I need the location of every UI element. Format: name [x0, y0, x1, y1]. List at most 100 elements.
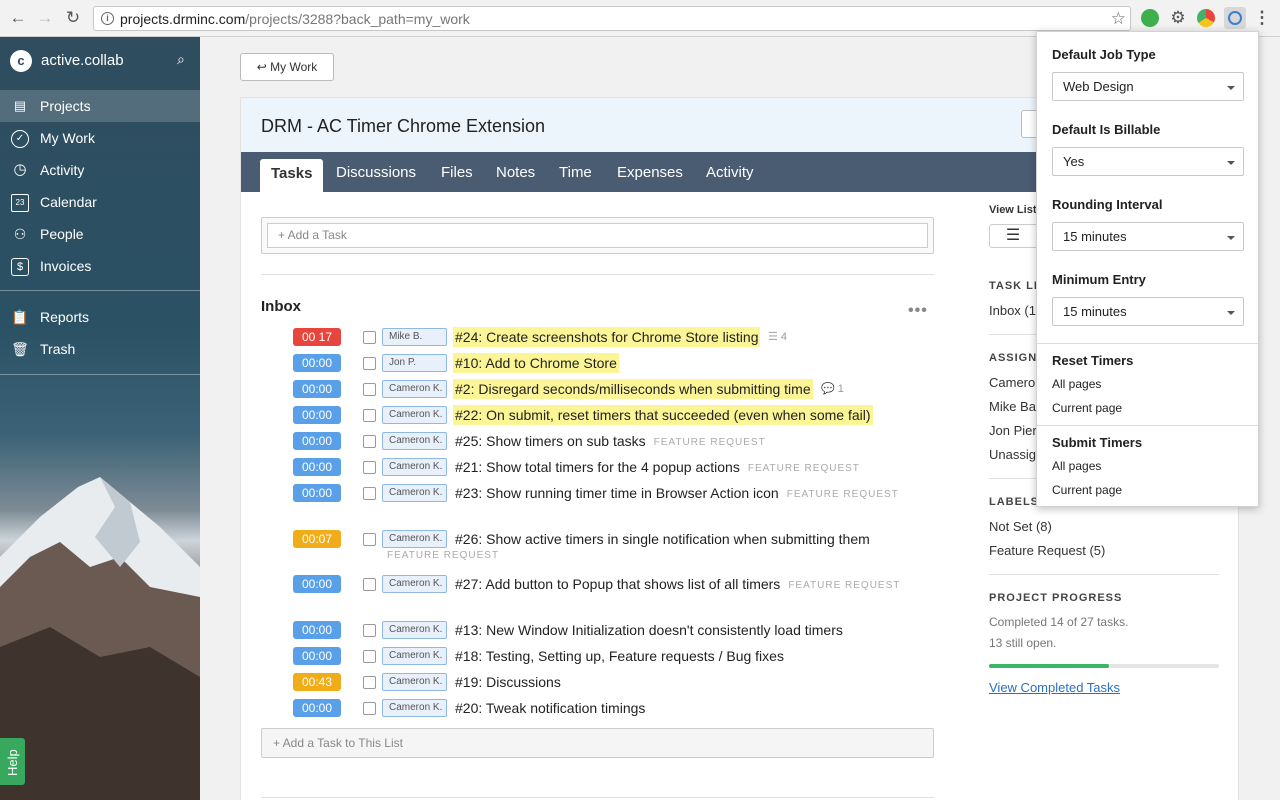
task-checkbox[interactable] — [363, 435, 376, 448]
task-assignee-badge[interactable]: Cameron K. — [382, 647, 447, 665]
task-row[interactable]: 00:43 Cameron K. #19: Discussions — [241, 672, 938, 694]
task-assignee-badge[interactable]: Cameron K. — [382, 530, 447, 548]
submit-current-page-link[interactable]: Current page — [1052, 483, 1122, 497]
task-checkbox[interactable] — [363, 461, 376, 474]
task-assignee-badge[interactable]: Mike B. — [382, 328, 447, 346]
task-name[interactable]: #27: Add button to Popup that shows list… — [453, 574, 902, 594]
sidebar-item-my-work[interactable]: ✓ My Work — [0, 122, 200, 154]
forward-arrow-icon[interactable]: → — [35, 8, 55, 28]
task-checkbox[interactable] — [363, 702, 376, 715]
task-timer-button[interactable]: 00 17 — [293, 328, 341, 346]
task-assignee-badge[interactable]: Cameron K. — [382, 432, 447, 450]
sidebar-item-reports[interactable]: 📋 Reports — [0, 301, 200, 333]
task-title[interactable]: #18: Testing, Setting up, Feature reques… — [455, 648, 784, 664]
task-label-tag[interactable]: FEATURE REQUEST — [654, 437, 766, 448]
task-timer-button[interactable]: 00:43 — [293, 673, 341, 691]
address-bar[interactable]: i projects.drminc.com/projects/3288?back… — [93, 6, 1131, 31]
task-label-tag[interactable]: FEATURE REQUEST — [787, 489, 899, 500]
tab-notes[interactable]: Notes — [496, 152, 535, 192]
task-checkbox[interactable] — [363, 331, 376, 344]
task-title[interactable]: #27: Add button to Popup that shows list… — [455, 576, 780, 592]
task-timer-button[interactable]: 00:00 — [293, 380, 341, 398]
tab-expenses[interactable]: Expenses — [617, 152, 683, 192]
task-name[interactable]: #23: Show running timer time in Browser … — [453, 483, 901, 503]
list-view-button[interactable]: ☰ — [989, 224, 1037, 248]
task-name[interactable]: #13: New Window Initialization doesn't c… — [453, 620, 845, 640]
help-tab[interactable]: Help — [0, 738, 25, 785]
task-row[interactable]: 00:00 Cameron K. #25: Show timers on sub t… — [241, 431, 938, 453]
tab-time[interactable]: Time — [559, 152, 592, 192]
sidebar-item-activity[interactable]: ◷ Activity — [0, 154, 200, 186]
task-name[interactable]: #18: Testing, Setting up, Feature reques… — [453, 646, 786, 666]
assignee-filter[interactable]: Mike Bal — [989, 399, 1039, 414]
task-timer-button[interactable]: 00:00 — [293, 406, 341, 424]
task-assignee-badge[interactable]: Jon P. — [382, 354, 447, 372]
task-checkbox[interactable] — [363, 676, 376, 689]
task-title[interactable]: #21: Show total timers for the 4 popup a… — [455, 459, 740, 475]
task-name[interactable]: #26: Show active timers in single notifi… — [453, 529, 872, 549]
task-checkbox[interactable] — [363, 533, 376, 546]
task-row[interactable]: 00:00 Cameron K. #13: New Window Initializ… — [241, 620, 938, 642]
task-timer-button[interactable]: 00:00 — [293, 647, 341, 665]
assignee-filter[interactable]: Unassig — [989, 447, 1036, 462]
task-row[interactable]: 00:00 Jon P. #10: Add to Chrome Store — [241, 353, 938, 375]
task-name[interactable]: #22: On submit, reset timers that succee… — [453, 405, 873, 425]
task-name[interactable]: #25: Show timers on sub tasks FEATURE REQ… — [453, 431, 768, 451]
sidebar-item-projects[interactable]: ▤ Projects — [0, 90, 200, 122]
assignee-filter[interactable]: Jon Pier — [989, 423, 1037, 438]
add-task-to-list-input[interactable]: + Add a Task to This List — [261, 728, 934, 758]
task-label-tag[interactable]: FEATURE REQUEST — [748, 463, 860, 474]
task-label-tag[interactable]: FEATURE REQUEST — [387, 550, 499, 561]
back-arrow-icon[interactable]: ← — [8, 8, 28, 28]
task-title[interactable]: #19: Discussions — [455, 674, 561, 690]
add-task-input[interactable]: + Add a Task — [267, 223, 928, 248]
extension-color-icon[interactable] — [1197, 9, 1215, 27]
gear-icon[interactable]: ⚙ — [1169, 9, 1187, 27]
bookmark-star-icon[interactable]: ☆ — [1111, 9, 1126, 29]
task-assignee-badge[interactable]: Cameron K. — [382, 458, 447, 476]
more-options-icon[interactable]: ••• — [908, 302, 928, 320]
task-checkbox[interactable] — [363, 624, 376, 637]
extension-timer-icon[interactable] — [1224, 7, 1246, 29]
task-title[interactable]: #23: Show running timer time in Browser … — [455, 485, 779, 501]
task-assignee-badge[interactable]: Cameron K. — [382, 673, 447, 691]
task-title[interactable]: #26: Show active timers in single notifi… — [455, 531, 870, 547]
task-timer-button[interactable]: 00:07 — [293, 530, 341, 548]
my-work-back-button[interactable]: ↩ My Work — [240, 53, 334, 81]
task-label-tag[interactable]: FEATURE REQUEST — [788, 580, 900, 591]
task-title[interactable]: #2: Disregard seconds/milliseconds when … — [455, 381, 811, 397]
submit-all-pages-link[interactable]: All pages — [1052, 459, 1101, 473]
task-checkbox[interactable] — [363, 650, 376, 663]
view-completed-tasks-link[interactable]: View Completed Tasks — [989, 680, 1120, 695]
task-timer-button[interactable]: 00:00 — [293, 621, 341, 639]
task-row[interactable]: 00:00 Cameron K. #18: Testing, Setting up,… — [241, 646, 938, 668]
task-assignee-badge[interactable]: Cameron K. — [382, 406, 447, 424]
task-checkbox[interactable] — [363, 409, 376, 422]
reset-current-page-link[interactable]: Current page — [1052, 401, 1122, 415]
label-filter[interactable]: Not Set (8) — [989, 519, 1052, 534]
task-title[interactable]: #20: Tweak notification timings — [455, 700, 645, 716]
sidebar-item-invoices[interactable]: $ Invoices — [0, 250, 200, 282]
task-assignee-badge[interactable]: Cameron K. — [382, 484, 447, 502]
task-row[interactable]: 00:00 Cameron K. #2: Disregard seconds/mil… — [241, 379, 938, 401]
task-list-filter[interactable]: Inbox (1 — [989, 303, 1036, 318]
task-row[interactable]: 00:00 Cameron K. #22: On submit, reset tim… — [241, 405, 938, 427]
task-title[interactable]: #24: Create screenshots for Chrome Store… — [455, 329, 758, 345]
task-name[interactable]: #24: Create screenshots for Chrome Store… — [453, 327, 761, 347]
task-timer-button[interactable]: 00:00 — [293, 575, 341, 593]
task-name[interactable]: #10: Add to Chrome Store — [453, 353, 619, 373]
extension-evernote-icon[interactable] — [1141, 9, 1159, 27]
sidebar-item-calendar[interactable]: 23 Calendar — [0, 186, 200, 218]
task-row[interactable]: 00:00 Cameron K. #27: Add button to Popup … — [241, 574, 938, 596]
assignee-filter[interactable]: Camero — [989, 375, 1035, 390]
task-name[interactable]: #21: Show total timers for the 4 popup a… — [453, 457, 862, 477]
tab-tasks[interactable]: Tasks — [260, 159, 324, 192]
task-title[interactable]: #13: New Window Initialization doesn't c… — [455, 622, 843, 638]
task-row[interactable]: 00:00 Cameron K. #21: Show total timers fo… — [241, 457, 938, 479]
task-title[interactable]: #22: On submit, reset timers that succee… — [455, 407, 871, 423]
task-name[interactable]: #19: Discussions — [453, 672, 563, 692]
reset-all-pages-link[interactable]: All pages — [1052, 377, 1101, 391]
task-checkbox[interactable] — [363, 357, 376, 370]
task-name[interactable]: #20: Tweak notification timings — [453, 698, 647, 718]
task-assignee-badge[interactable]: Cameron K. — [382, 621, 447, 639]
